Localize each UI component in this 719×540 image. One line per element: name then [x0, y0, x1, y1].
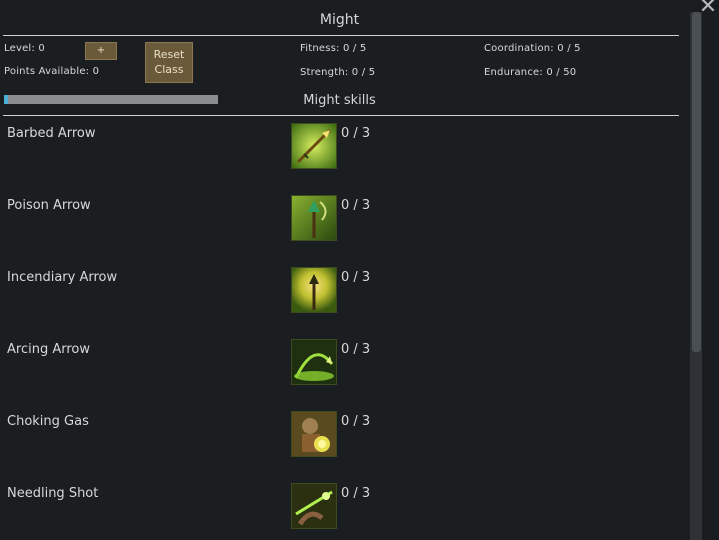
needling-shot-icon[interactable] — [291, 483, 337, 529]
coordination-stat: Coordination: 0 / 5 — [484, 43, 581, 54]
skills-section-title: Might skills — [303, 93, 376, 108]
arcing-arrow-icon[interactable] — [291, 339, 337, 385]
skill-rank: 0 / 3 — [341, 126, 371, 141]
skill-name: Incendiary Arrow — [7, 270, 118, 285]
skill-rank: 0 / 3 — [341, 270, 371, 285]
skill-name: Choking Gas — [7, 414, 89, 429]
skill-name: Barbed Arrow — [7, 126, 96, 141]
incendiary-arrow-icon[interactable] — [291, 267, 337, 313]
panel-title: Might — [319, 12, 360, 28]
skill-rank: 0 / 3 — [341, 198, 371, 213]
skill-name: Arcing Arrow — [7, 342, 90, 357]
level-up-button[interactable]: + — [85, 42, 117, 60]
reset-class-button[interactable]: Reset Class — [145, 42, 193, 83]
endurance-stat: Endurance: 0 / 50 — [484, 67, 577, 78]
strength-stat: Strength: 0 / 5 — [300, 67, 376, 78]
scrollbar-thumb[interactable] — [692, 12, 701, 352]
poison-arrow-icon[interactable] — [291, 195, 337, 241]
fitness-stat: Fitness: 0 / 5 — [300, 43, 367, 54]
skills-divider — [3, 115, 679, 116]
points-available-text: Points Available: 0 — [4, 66, 100, 77]
skill-name: Needling Shot — [7, 486, 99, 501]
choking-gas-icon[interactable] — [291, 411, 337, 457]
skill-name: Poison Arrow — [7, 198, 91, 213]
barbed-arrow-icon[interactable] — [291, 123, 337, 169]
close-icon[interactable]: ✕ — [697, 0, 719, 18]
skill-rank: 0 / 3 — [341, 342, 371, 357]
skill-rank: 0 / 3 — [341, 414, 371, 429]
level-text: Level: 0 — [4, 43, 45, 54]
skill-panel: Might Level: 0 Points Available: 0 + Res… — [0, 0, 690, 540]
title-divider — [3, 35, 679, 36]
skill-rank: 0 / 3 — [341, 486, 371, 501]
